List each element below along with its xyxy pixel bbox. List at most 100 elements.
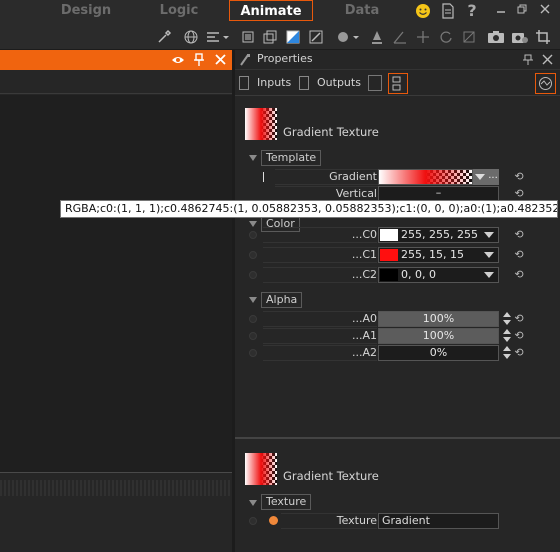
frame-icon[interactable] <box>238 27 258 47</box>
a2-slider[interactable]: 0% <box>378 345 499 361</box>
tab-design[interactable]: Design <box>50 0 122 21</box>
pin-icon[interactable] <box>193 53 205 70</box>
c2-label: ...C2 <box>351 268 377 281</box>
move-icon[interactable] <box>413 27 433 47</box>
c2-color-field[interactable]: 0, 0, 0 <box>378 267 499 283</box>
reset-icon[interactable]: ⟲ <box>513 269 525 281</box>
camera-icon[interactable] <box>486 27 506 47</box>
collapse-alpha-icon[interactable] <box>249 297 257 303</box>
scale-icon[interactable] <box>459 27 479 47</box>
texture-label: Texture <box>336 514 377 527</box>
close-panel-icon[interactable] <box>542 54 553 68</box>
tab-logic[interactable]: Logic <box>143 0 215 21</box>
minimize-icon[interactable] <box>492 3 510 19</box>
c1-value: 255, 15, 15 <box>401 248 464 261</box>
collapse-color-icon[interactable] <box>249 221 257 227</box>
gradient-dropdown[interactable] <box>473 169 487 185</box>
view-toggle-icon[interactable] <box>368 75 382 91</box>
template-section-label[interactable]: Template <box>261 150 322 166</box>
mode-bar: Design Logic Animate Data ? <box>0 0 560 24</box>
c0-value: 255, 255, 255 <box>401 228 478 241</box>
properties-header: Properties <box>235 50 560 70</box>
texture-input-dot[interactable] <box>269 516 278 525</box>
left-panel-header <box>0 50 232 70</box>
left-panel-tabstrip <box>0 70 232 94</box>
brush-dropdown-icon[interactable] <box>334 27 364 47</box>
eye-icon[interactable] <box>171 53 185 70</box>
reset-icon[interactable]: ⟲ <box>513 229 525 241</box>
reset-icon[interactable]: ⟲ <box>513 330 525 342</box>
alpha-section-label[interactable]: Alpha <box>261 292 303 308</box>
input-dot[interactable] <box>249 271 257 279</box>
reset-icon[interactable]: ⟲ <box>513 313 525 325</box>
fill-icon[interactable] <box>367 27 387 47</box>
timeline-strip[interactable] <box>0 480 232 496</box>
copy-frame-icon[interactable] <box>260 27 280 47</box>
gradient-thumbnail <box>245 453 277 485</box>
align-dropdown-icon[interactable] <box>204 27 232 47</box>
a1-slider[interactable]: 100% <box>378 328 499 344</box>
properties-body: Gradient Texture Template Gradient ... ⟲… <box>235 97 560 437</box>
tab-data[interactable]: Data <box>330 0 394 21</box>
edit-shape-icon[interactable] <box>306 27 326 47</box>
a1-spinner[interactable] <box>502 329 512 343</box>
rotate-icon[interactable] <box>436 27 456 47</box>
document-icon[interactable] <box>439 3 457 19</box>
reset-icon[interactable]: ⟲ <box>513 188 525 200</box>
tab-outputs[interactable]: Outputs <box>317 76 361 89</box>
input-dot[interactable] <box>249 251 257 259</box>
camera-settings-icon[interactable] <box>510 27 530 47</box>
gradient-label: Gradient <box>329 170 377 183</box>
gradient-tooltip: RGBA;c0:(1, 1, 1);c0.4862745:(1, 0.05882… <box>60 200 558 218</box>
c0-color-field[interactable]: 255, 255, 255 <box>378 227 499 243</box>
node-view-button[interactable] <box>388 73 408 94</box>
collapse-texture-icon[interactable] <box>249 500 257 506</box>
input-dot[interactable] <box>249 517 257 525</box>
a2-label: ...A2 <box>351 346 377 359</box>
collapse-template-icon[interactable] <box>249 155 257 161</box>
help-icon[interactable]: ? <box>463 3 481 19</box>
reset-icon[interactable]: ⟲ <box>513 249 525 261</box>
color-chip <box>380 229 398 241</box>
divider <box>0 472 232 473</box>
smiley-icon[interactable] <box>414 3 432 19</box>
chevron-down-icon <box>484 252 494 258</box>
c1-label: ...C1 <box>351 248 377 261</box>
a0-spinner[interactable] <box>502 312 512 326</box>
inputs-icon <box>239 76 249 90</box>
gradient-edit-button[interactable]: ... <box>487 169 499 185</box>
properties-tabs: Inputs Outputs <box>235 71 560 96</box>
globe-icon[interactable] <box>181 27 201 47</box>
tab-inputs[interactable]: Inputs <box>257 76 291 89</box>
input-dot[interactable] <box>249 332 257 340</box>
reset-icon[interactable]: ⟲ <box>513 347 525 359</box>
a1-label: ...A1 <box>351 329 377 342</box>
gradient-fill-icon[interactable] <box>283 27 303 47</box>
gradient-thumbnail <box>245 108 277 140</box>
reset-icon[interactable]: ⟲ <box>513 171 525 183</box>
crop-icon[interactable] <box>533 27 553 47</box>
close-window-icon[interactable] <box>536 3 554 19</box>
input-dot[interactable] <box>249 315 257 323</box>
graph-view-button[interactable] <box>535 73 556 94</box>
outputs-icon <box>299 76 309 90</box>
close-panel-icon[interactable] <box>214 53 227 69</box>
texture-field[interactable]: Gradient <box>378 513 499 529</box>
angle-icon[interactable] <box>390 27 410 47</box>
tab-animate[interactable]: Animate <box>229 0 313 21</box>
texture-section-label[interactable]: Texture <box>261 494 312 510</box>
restore-icon[interactable] <box>513 3 531 19</box>
a2-spinner[interactable] <box>502 346 512 360</box>
color-chip <box>380 269 398 281</box>
a0-slider[interactable]: 100% <box>378 311 499 327</box>
eyedropper-icon[interactable] <box>154 27 174 47</box>
a0-label: ...A0 <box>351 312 377 325</box>
c0-label: ...C0 <box>351 228 377 241</box>
toolbar <box>0 24 560 50</box>
input-dot[interactable] <box>249 349 257 357</box>
c1-color-field[interactable]: 255, 15, 15 <box>378 247 499 263</box>
pin-icon[interactable] <box>523 54 533 69</box>
input-dot[interactable] <box>249 231 257 239</box>
gradient-field[interactable] <box>378 169 473 185</box>
left-panel-body <box>0 95 232 472</box>
